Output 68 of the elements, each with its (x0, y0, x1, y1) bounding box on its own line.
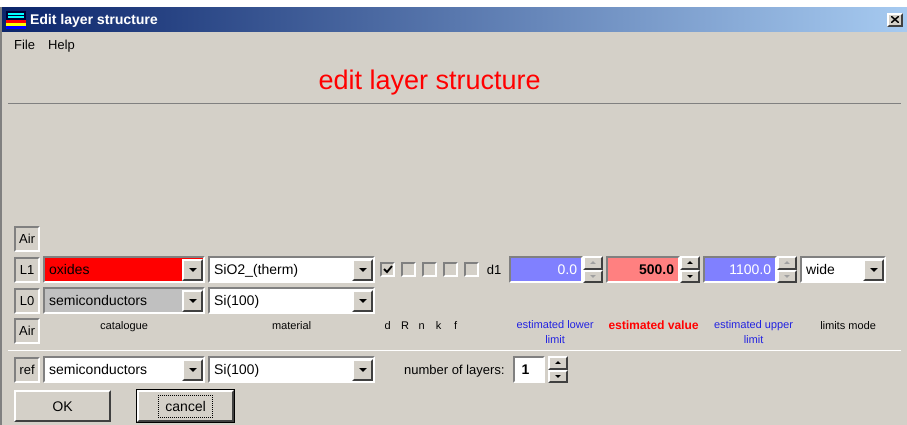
menu-item[interactable]: Help (48, 35, 75, 55)
caret-icon (358, 298, 366, 302)
column-header: n (418, 319, 425, 334)
up-arrow-icon (687, 261, 693, 264)
material-dropdown[interactable]: Si(100) (208, 287, 375, 314)
catalogue-dropdown[interactable]: oxides (43, 256, 205, 283)
layers-count-label: number of layers: (404, 360, 504, 379)
layers-count-field[interactable]: 1 (513, 356, 546, 383)
caret-icon (188, 368, 196, 372)
down-arrow-icon (590, 274, 596, 278)
column-header: k (435, 319, 442, 334)
column-header: limits mode (819, 319, 877, 334)
spin-up-button[interactable] (548, 356, 568, 370)
limits-mode-dropdown[interactable]: wide (800, 256, 886, 283)
column-header: estimated upper limit (713, 318, 794, 348)
dropdown-button[interactable] (182, 358, 203, 380)
caret-icon (358, 268, 366, 272)
window-title: Edit layer structure (30, 10, 159, 29)
layer-tag[interactable]: Air (14, 226, 40, 252)
caret-icon (358, 368, 366, 372)
down-arrow-icon (687, 274, 693, 278)
app-icon (6, 10, 26, 28)
layer-tag[interactable]: L1 (14, 256, 40, 282)
column-header: material (270, 319, 312, 334)
catalogue-dropdown[interactable]: semiconductors (43, 287, 205, 314)
down-arrow-icon (555, 374, 562, 378)
column-header: d (384, 319, 391, 334)
checkmark-icon (382, 265, 392, 274)
dropdown-button[interactable] (863, 258, 884, 280)
up-arrow-icon (555, 361, 562, 364)
dropdown-button[interactable] (182, 258, 203, 280)
caret-icon (188, 298, 196, 302)
down-arrow-icon (784, 274, 790, 278)
column-header: f (452, 319, 458, 334)
spin-up-button[interactable] (680, 256, 700, 270)
layer-tag[interactable]: ref (14, 356, 40, 382)
menu-item[interactable]: File (14, 35, 35, 55)
caret-icon (188, 268, 196, 272)
close-button[interactable] (887, 12, 903, 26)
dialog-button[interactable]: cancel (137, 390, 234, 422)
caret-icon (870, 268, 878, 272)
page-heading: edit layer structure (318, 64, 541, 98)
number-field[interactable]: 500.0 (606, 256, 680, 283)
up-arrow-icon (784, 261, 790, 264)
column-header: estimated value (607, 318, 700, 333)
fit-checkbox[interactable] (380, 262, 395, 277)
column-header: catalogue (99, 319, 149, 334)
fit-checkbox[interactable] (464, 262, 479, 277)
dropdown-button[interactable] (352, 290, 373, 312)
dialog-button[interactable]: OK (14, 390, 111, 422)
fit-checkbox[interactable] (422, 262, 437, 277)
material-dropdown[interactable]: SiO2_(therm) (208, 256, 375, 283)
spin-down-button[interactable] (548, 370, 568, 383)
column-header: estimated lower limit (515, 318, 595, 348)
fit-checkbox[interactable] (443, 262, 458, 277)
fit-checkbox[interactable] (401, 262, 416, 277)
dropdown-button[interactable] (352, 258, 373, 280)
dropdown-button[interactable] (352, 358, 373, 380)
layer-tag[interactable]: L0 (14, 288, 40, 314)
parameter-label: d1 (486, 260, 502, 279)
catalogue-dropdown[interactable]: semiconductors (43, 356, 205, 383)
material-dropdown[interactable]: Si(100) (208, 356, 375, 383)
spin-down-button[interactable] (680, 270, 700, 283)
column-header: R (401, 319, 408, 334)
layer-tag[interactable]: Air (14, 318, 40, 344)
close-icon (891, 16, 899, 23)
up-arrow-icon (590, 261, 596, 264)
dropdown-button[interactable] (182, 290, 203, 312)
